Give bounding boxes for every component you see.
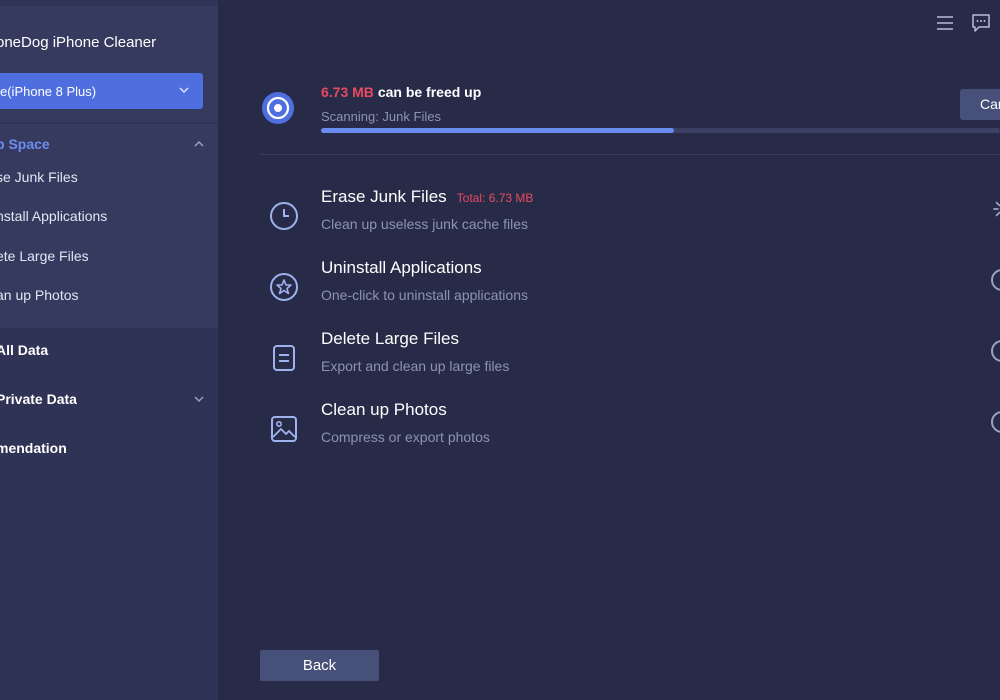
sidebar-item-erase-junk[interactable]: se Junk Files [0, 169, 78, 185]
status-circle [991, 340, 1000, 362]
feature-row-clean-photos[interactable]: Clean up Photos Compress or export photo… [260, 399, 1000, 459]
sidebar: oneDog iPhone Cleaner e(iPhone 8 Plus) p… [0, 0, 218, 700]
status-circle [991, 411, 1000, 433]
chevron-down-icon [194, 396, 204, 403]
feature-desc: Clean up useless junk cache files [321, 216, 529, 232]
device-selector[interactable]: e(iPhone 8 Plus) [0, 73, 203, 109]
back-button[interactable]: Back [260, 650, 379, 681]
chevron-up-icon [194, 140, 204, 147]
app-store-icon [270, 273, 298, 301]
clock-icon [270, 202, 298, 230]
status-circle [991, 269, 1000, 291]
feature-desc: Export and clean up large files [321, 358, 510, 374]
feature-row-uninstall-apps[interactable]: Uninstall Applications One-click to unin… [260, 257, 1000, 317]
feature-title: Delete Large Files [321, 329, 459, 348]
feature-title-text: Erase Junk Files [321, 187, 447, 206]
freed-amount: 6.73 MB [321, 84, 374, 100]
feature-row-delete-large-files[interactable]: Delete Large Files Export and clean up l… [260, 328, 1000, 388]
feature-desc: Compress or export photos [321, 429, 490, 445]
feature-title: Clean up Photos [321, 400, 447, 419]
sidebar-item-delete-large-files[interactable]: ete Large Files [0, 248, 89, 264]
feature-title: Uninstall Applications [321, 258, 482, 277]
loading-spinner-icon [993, 201, 1000, 217]
freed-suffix: can be freed up [377, 84, 482, 100]
chevron-down-icon [179, 87, 189, 94]
freed-summary: 6.73 MB can be freed up [321, 84, 481, 100]
divider [260, 154, 1000, 155]
section-label: Private Data [0, 391, 77, 407]
cancel-button[interactable]: Car [960, 89, 1000, 120]
sidebar-section-all-data[interactable]: All Data [0, 338, 218, 362]
file-icon [273, 345, 295, 371]
sidebar-section-private-data[interactable]: Private Data [0, 387, 218, 411]
feature-row-erase-junk[interactable]: Erase Junk Files Total: 6.73 MB Clean up … [260, 186, 1000, 246]
scan-status: Scanning: Junk Files [321, 109, 441, 124]
scan-icon [262, 92, 294, 124]
progress-fill [321, 128, 675, 133]
device-name: e(iPhone 8 Plus) [0, 83, 97, 99]
feedback-icon[interactable] [970, 12, 992, 34]
sidebar-section-recommendation[interactable]: mendation [0, 436, 218, 460]
sidebar-item-clean-photos[interactable]: an up Photos [0, 287, 79, 303]
feature-total: Total: 6.73 MB [456, 191, 534, 205]
app-title: oneDog iPhone Cleaner [0, 34, 157, 51]
app-window: oneDog iPhone Cleaner e(iPhone 8 Plus) p… [0, 0, 1000, 700]
feature-title: Erase Junk Files Total: 6.73 MB [321, 187, 533, 207]
menu-icon[interactable] [934, 12, 956, 34]
sidebar-section-free-up-space[interactable]: p Space [0, 132, 218, 156]
photo-icon [271, 416, 297, 442]
section-label: mendation [0, 440, 67, 456]
section-label: p Space [0, 136, 50, 152]
sidebar-item-uninstall-apps[interactable]: nstall Applications [0, 208, 107, 224]
feature-desc: One-click to uninstall applications [321, 287, 528, 303]
section-label: All Data [0, 342, 49, 358]
progress-bar [321, 128, 1000, 133]
